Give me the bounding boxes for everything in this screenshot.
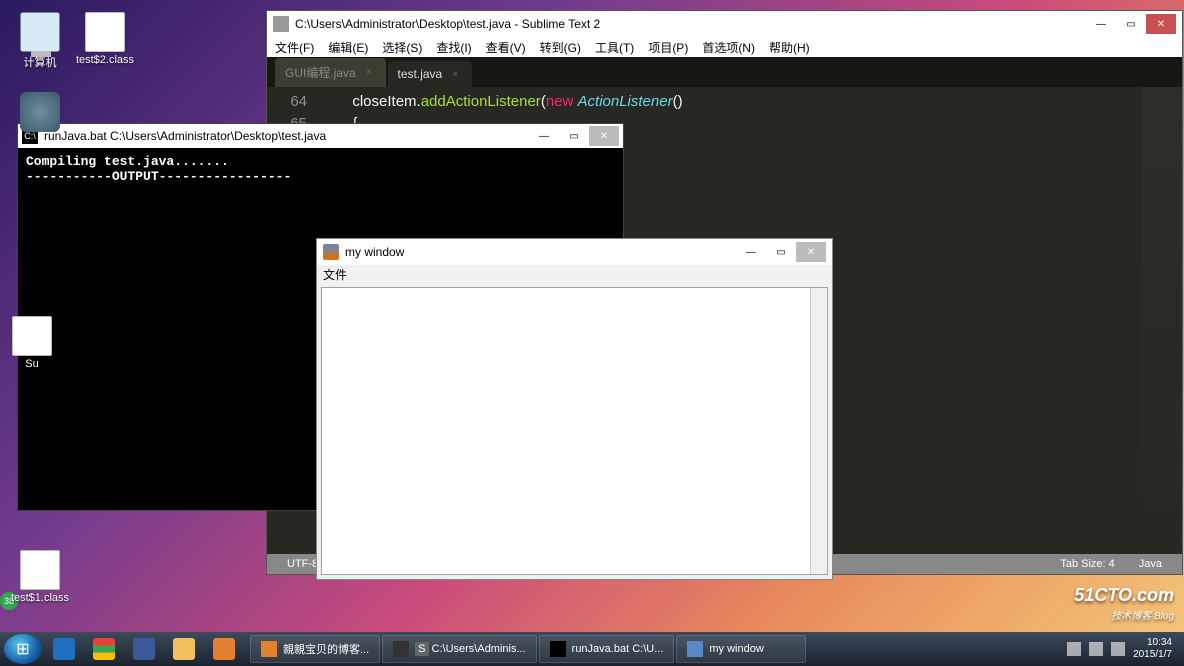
tab-close-icon[interactable]: × xyxy=(452,69,458,80)
pinned-media[interactable] xyxy=(204,635,244,663)
task-icon xyxy=(393,641,409,657)
tray-network-icon[interactable] xyxy=(1089,642,1103,656)
java-icon xyxy=(323,244,339,260)
file-icon xyxy=(12,316,52,356)
chrome-icon xyxy=(93,638,115,660)
sublime-icon xyxy=(273,16,289,32)
editor-tab[interactable]: test.java × xyxy=(388,61,473,87)
tray-volume-icon[interactable] xyxy=(1111,642,1125,656)
computer-icon xyxy=(20,12,60,52)
browser-icon xyxy=(133,638,155,660)
sublime-titlebar[interactable]: C:\Users\Administrator\Desktop\test.java… xyxy=(267,11,1182,37)
watermark-main: 51CTO.com xyxy=(1074,585,1174,605)
menu-item[interactable]: 帮助(H) xyxy=(769,39,810,56)
watermark-sub: 技术博客 Blog xyxy=(1111,611,1174,622)
icon-label: test$1.class xyxy=(10,592,70,604)
close-button[interactable]: ✕ xyxy=(796,242,826,262)
icon-label: Su xyxy=(2,358,62,370)
system-tray[interactable]: 10:34 2015/1/7 xyxy=(1067,637,1180,661)
maximize-button[interactable]: ▭ xyxy=(559,126,589,146)
java-textarea[interactable] xyxy=(321,287,828,575)
tab-close-icon[interactable]: × xyxy=(366,67,372,78)
close-button[interactable]: ✕ xyxy=(1146,14,1176,34)
close-button[interactable]: ✕ xyxy=(589,126,619,146)
ie-icon xyxy=(53,638,75,660)
java-menubar: 文件 xyxy=(317,265,832,283)
tab-label: test.java xyxy=(398,67,443,81)
menu-item[interactable]: 转到(G) xyxy=(540,39,581,56)
sublime-tabs: GUI编程.java × test.java × xyxy=(267,57,1182,87)
tray-date: 2015/1/7 xyxy=(1133,649,1172,661)
status-tabsize[interactable]: Tab Size: 4 xyxy=(1048,558,1126,570)
java-title-text: my window xyxy=(345,245,404,259)
task-icon xyxy=(550,641,566,657)
desktop-icon-Su[interactable]: Su xyxy=(2,316,62,370)
task-label: my window xyxy=(709,643,763,655)
pinned-chrome[interactable] xyxy=(84,635,124,663)
task-label: SC:\Users\Adminis... xyxy=(415,643,525,655)
task-label: runJava.bat C:\U... xyxy=(572,643,664,655)
minimize-button[interactable]: — xyxy=(1086,14,1116,34)
menu-item[interactable]: 查找(I) xyxy=(436,39,471,56)
start-button[interactable]: ⊞ xyxy=(4,634,42,664)
file-icon xyxy=(85,12,125,52)
sublime-title-text: C:\Users\Administrator\Desktop\test.java… xyxy=(295,17,600,31)
media-icon xyxy=(213,638,235,660)
menu-item[interactable]: 选择(S) xyxy=(382,39,422,56)
taskbar-task[interactable]: SC:\Users\Adminis... xyxy=(382,635,536,663)
pinned-explorer[interactable] xyxy=(164,635,204,663)
maximize-button[interactable]: ▭ xyxy=(766,242,796,262)
status-language[interactable]: Java xyxy=(1127,558,1174,570)
file-icon xyxy=(20,550,60,590)
taskbar-task[interactable]: 親親宝贝的博客... xyxy=(250,635,380,663)
explorer-icon xyxy=(173,638,195,660)
menu-file[interactable]: 文件 xyxy=(323,268,347,282)
cmd-titlebar[interactable]: C:\ runJava.bat C:\Users\Administrator\D… xyxy=(18,124,623,148)
tray-time: 10:34 xyxy=(1133,637,1172,649)
minimap[interactable] xyxy=(1142,87,1182,554)
pinned-ie[interactable] xyxy=(44,635,84,663)
cmd-title-text: runJava.bat C:\Users\Administrator\Deskt… xyxy=(44,129,326,143)
taskbar-task[interactable]: my window xyxy=(676,635,806,663)
desktop-icon-test$2.class[interactable]: test$2.class xyxy=(75,12,135,66)
java-window: my window — ▭ ✕ 文件 xyxy=(316,238,833,580)
tab-label: GUI编程.java xyxy=(285,64,356,81)
sublime-menubar: 文件(F) 编辑(E) 选择(S) 查找(I) 查看(V) 转到(G) 工具(T) 项目(P)… xyxy=(267,37,1182,57)
pinned-browser[interactable] xyxy=(124,635,164,663)
cmd-output: Compiling test.java.......-----------OUT… xyxy=(18,148,623,190)
taskbar: ⊞ 親親宝贝的博客... SC:\Users\Adminis... runJava.… xyxy=(0,632,1184,666)
menu-item[interactable]: 项目(P) xyxy=(648,39,688,56)
desktop-icon-计算机[interactable]: 计算机 xyxy=(10,12,70,70)
tray-flag-icon[interactable] xyxy=(1067,642,1081,656)
maximize-button[interactable]: ▭ xyxy=(1116,14,1146,34)
java-titlebar[interactable]: my window — ▭ ✕ xyxy=(317,239,832,265)
watermark: 51CTO.com 技术博客 Blog xyxy=(1074,586,1174,626)
menu-item[interactable]: 编辑(E) xyxy=(328,39,368,56)
editor-tab[interactable]: GUI编程.java × xyxy=(275,58,386,87)
task-icon xyxy=(261,641,277,657)
menu-item[interactable]: 查看(V) xyxy=(486,39,526,56)
desktop-icon-recycle[interactable] xyxy=(10,92,70,134)
icon-label: test$2.class xyxy=(75,54,135,66)
menu-item[interactable]: 首选项(N) xyxy=(702,39,755,56)
tray-clock[interactable]: 10:34 2015/1/7 xyxy=(1133,637,1172,661)
task-label: 親親宝贝的博客... xyxy=(283,641,369,657)
minimize-button[interactable]: — xyxy=(529,126,559,146)
minimize-button[interactable]: — xyxy=(736,242,766,262)
menu-item[interactable]: 工具(T) xyxy=(595,39,634,56)
taskbar-task[interactable]: runJava.bat C:\U... xyxy=(539,635,675,663)
menu-item[interactable]: 文件(F) xyxy=(275,39,314,56)
recycle-icon xyxy=(20,92,60,132)
task-icon xyxy=(687,641,703,657)
desktop-icon-test$1.class[interactable]: test$1.class xyxy=(10,550,70,604)
